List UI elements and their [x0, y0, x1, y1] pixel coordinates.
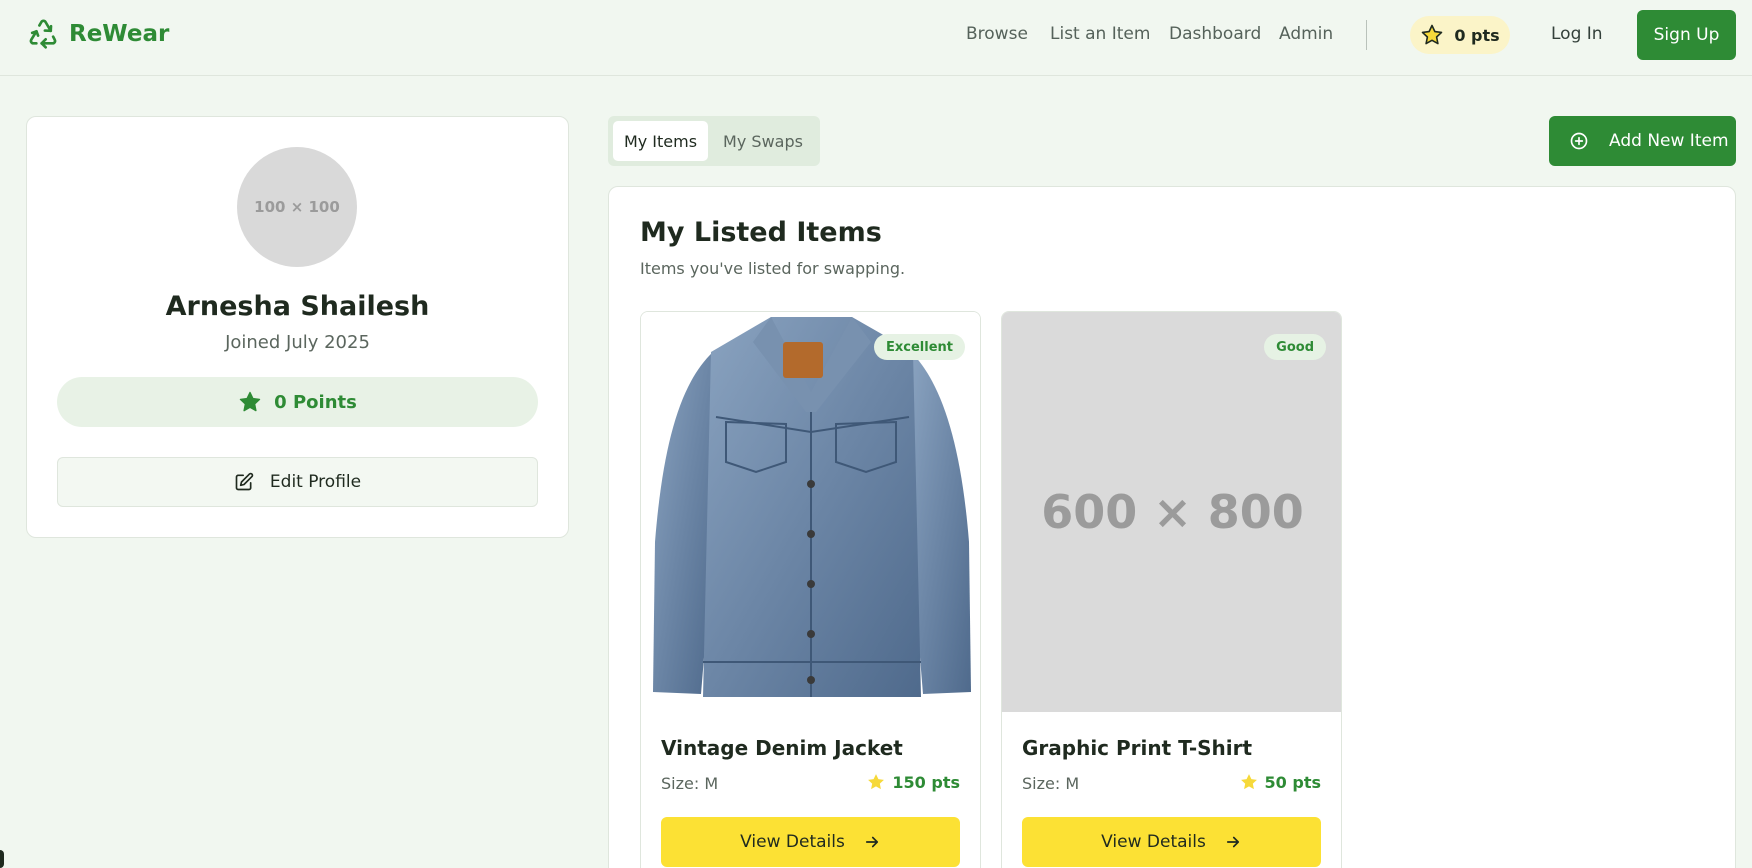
points-badge-label: 0 pts	[1454, 25, 1500, 45]
points-badge: 0 pts	[1410, 16, 1510, 54]
denim-jacket-image	[653, 317, 971, 697]
item-points-label: 150 pts	[892, 772, 960, 792]
nav-admin[interactable]: Admin	[1279, 24, 1333, 44]
profile-card: 100 × 100 Arnesha Shailesh Joined July 2…	[26, 116, 569, 538]
edit-icon	[235, 472, 254, 491]
add-new-item-button[interactable]: Add New Item	[1549, 116, 1736, 166]
item-points: 150 pts	[866, 772, 960, 792]
condition-badge: Good	[1264, 334, 1326, 360]
panel-subtitle: Items you've listed for swapping.	[640, 259, 906, 278]
login-link[interactable]: Log In	[1551, 24, 1603, 44]
item-card[interactable]: Excellent Vintage Denim Jacket Size: M 1…	[640, 311, 981, 868]
points-summary: 0 Points	[57, 377, 538, 427]
listed-items-panel: My Listed Items Items you've listed for …	[608, 186, 1736, 868]
star-icon	[1240, 774, 1257, 790]
edit-profile-label: Edit Profile	[269, 472, 362, 492]
view-details-label: View Details	[1101, 832, 1206, 852]
panel-title: My Listed Items	[640, 217, 882, 248]
add-new-item-label: Add New Item	[1609, 131, 1729, 151]
star-icon	[868, 774, 885, 790]
star-icon	[239, 391, 261, 412]
profile-name: Arnesha Shailesh	[165, 291, 430, 322]
top-navbar: ReWear Browse List an Item Dashboard Adm…	[0, 0, 1752, 76]
condition-badge: Excellent	[874, 334, 965, 360]
nav-divider	[1366, 20, 1367, 50]
nav-browse[interactable]: Browse	[966, 24, 1028, 44]
item-name[interactable]: Vintage Denim Jacket	[661, 736, 903, 760]
profile-joined-date: Joined July 2025	[225, 332, 370, 353]
item-points-label: 50 pts	[1264, 772, 1321, 792]
arrow-right-icon	[865, 836, 878, 848]
tab-bar: My Items My Swaps	[608, 116, 820, 166]
item-size: Size: M	[661, 774, 719, 793]
item-points: 50 pts	[1239, 772, 1321, 792]
cursor-edge	[0, 850, 4, 868]
avatar: 100 × 100	[237, 147, 357, 267]
plus-circle-icon	[1570, 132, 1588, 150]
item-size: Size: M	[1022, 774, 1080, 793]
view-details-label: View Details	[740, 832, 845, 852]
points-summary-label: 0 Points	[274, 391, 357, 413]
arrow-right-icon	[1226, 836, 1239, 848]
tab-my-swaps[interactable]: My Swaps	[712, 121, 814, 161]
tab-my-items[interactable]: My Items	[613, 121, 708, 161]
signup-button[interactable]: Sign Up	[1637, 10, 1736, 60]
view-details-button[interactable]: View Details	[1022, 817, 1321, 867]
brand-logo[interactable]: ReWear	[27, 18, 169, 50]
nav-dashboard[interactable]: Dashboard	[1169, 24, 1261, 44]
recycle-icon	[29, 19, 57, 49]
view-details-button[interactable]: View Details	[661, 817, 960, 867]
item-name[interactable]: Graphic Print T-Shirt	[1022, 736, 1252, 760]
nav-list-item[interactable]: List an Item	[1050, 24, 1150, 44]
item-card[interactable]: 600 × 800 Good Graphic Print T-Shirt Siz…	[1001, 311, 1342, 868]
edit-profile-button[interactable]: Edit Profile	[57, 457, 538, 507]
star-icon	[1422, 24, 1443, 45]
brand-name: ReWear	[69, 21, 170, 47]
item-image-denim-jacket[interactable]	[641, 312, 980, 712]
item-image-graphic-tshirt[interactable]: 600 × 800	[1002, 312, 1341, 712]
